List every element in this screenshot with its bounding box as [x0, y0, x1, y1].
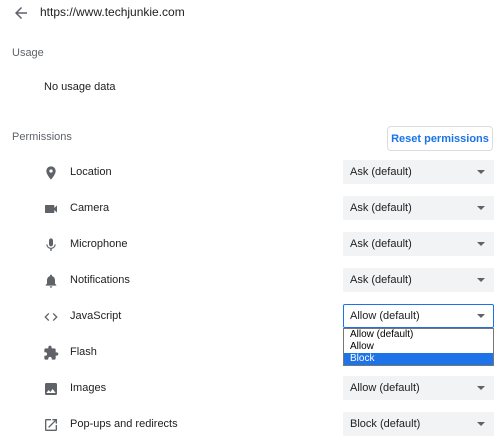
- code-brackets-icon: [44, 313, 58, 321]
- permission-label-flash: Flash: [70, 346, 97, 358]
- chevron-down-icon: [477, 206, 485, 210]
- location-select[interactable]: Ask (default): [343, 160, 494, 184]
- image-icon: [45, 383, 57, 395]
- permission-label-javascript: JavaScript: [70, 310, 122, 322]
- usage-section-title: Usage: [12, 47, 44, 59]
- permission-row-location: Location Ask (default): [0, 155, 500, 191]
- permission-row-notifications: Notifications Ask (default): [0, 263, 500, 299]
- chevron-down-icon: [477, 242, 485, 246]
- permission-row-images: Images Allow (default): [0, 371, 500, 407]
- microphone-select[interactable]: Ask (default): [343, 232, 494, 256]
- permission-label-popups: Pop-ups and redirects: [70, 418, 178, 430]
- chevron-down-icon: [477, 386, 485, 390]
- javascript-select[interactable]: Allow (default): [343, 304, 494, 328]
- permission-label-microphone: Microphone: [70, 238, 128, 250]
- popups-select-value: Block (default): [350, 418, 421, 430]
- images-select[interactable]: Allow (default): [343, 376, 494, 400]
- camera-select[interactable]: Ask (default): [343, 196, 494, 220]
- permission-label-location: Location: [70, 166, 112, 178]
- location-select-value: Ask (default): [350, 166, 412, 178]
- permission-row-popups: Pop-ups and redirects Block (default): [0, 407, 500, 443]
- reset-permissions-button[interactable]: Reset permissions: [387, 126, 493, 151]
- microphone-icon: [46, 238, 56, 251]
- chevron-down-icon: [477, 314, 485, 318]
- open-in-new-icon: [45, 419, 57, 431]
- camera-icon: [45, 205, 57, 213]
- site-url: https://www.techjunkie.com: [40, 5, 185, 19]
- chevron-down-icon: [477, 422, 485, 426]
- location-pin-icon: [46, 166, 56, 180]
- puzzle-piece-icon: [44, 345, 59, 360]
- permission-label-notifications: Notifications: [70, 274, 130, 286]
- chevron-down-icon: [477, 278, 485, 282]
- camera-select-value: Ask (default): [350, 202, 412, 214]
- microphone-select-value: Ask (default): [350, 238, 412, 250]
- dropdown-option-block[interactable]: Block: [344, 353, 493, 365]
- dropdown-option-allow[interactable]: Allow: [344, 341, 493, 353]
- dropdown-option-allow-default[interactable]: Allow (default): [344, 329, 493, 341]
- javascript-dropdown-list: Allow (default) Allow Block: [343, 328, 494, 366]
- permission-row-microphone: Microphone Ask (default): [0, 227, 500, 263]
- javascript-select-value: Allow (default): [350, 310, 420, 322]
- usage-value: No usage data: [44, 81, 116, 93]
- back-arrow-icon[interactable]: [12, 4, 30, 22]
- bell-icon: [45, 274, 57, 288]
- notifications-select[interactable]: Ask (default): [343, 268, 494, 292]
- images-select-value: Allow (default): [350, 382, 420, 394]
- permissions-section-title: Permissions: [12, 131, 72, 143]
- notifications-select-value: Ask (default): [350, 274, 412, 286]
- popups-select[interactable]: Block (default): [343, 412, 494, 436]
- permission-label-camera: Camera: [70, 202, 110, 214]
- permission-row-camera: Camera Ask (default): [0, 191, 500, 227]
- permission-label-images: Images: [70, 382, 107, 394]
- chevron-down-icon: [477, 170, 485, 174]
